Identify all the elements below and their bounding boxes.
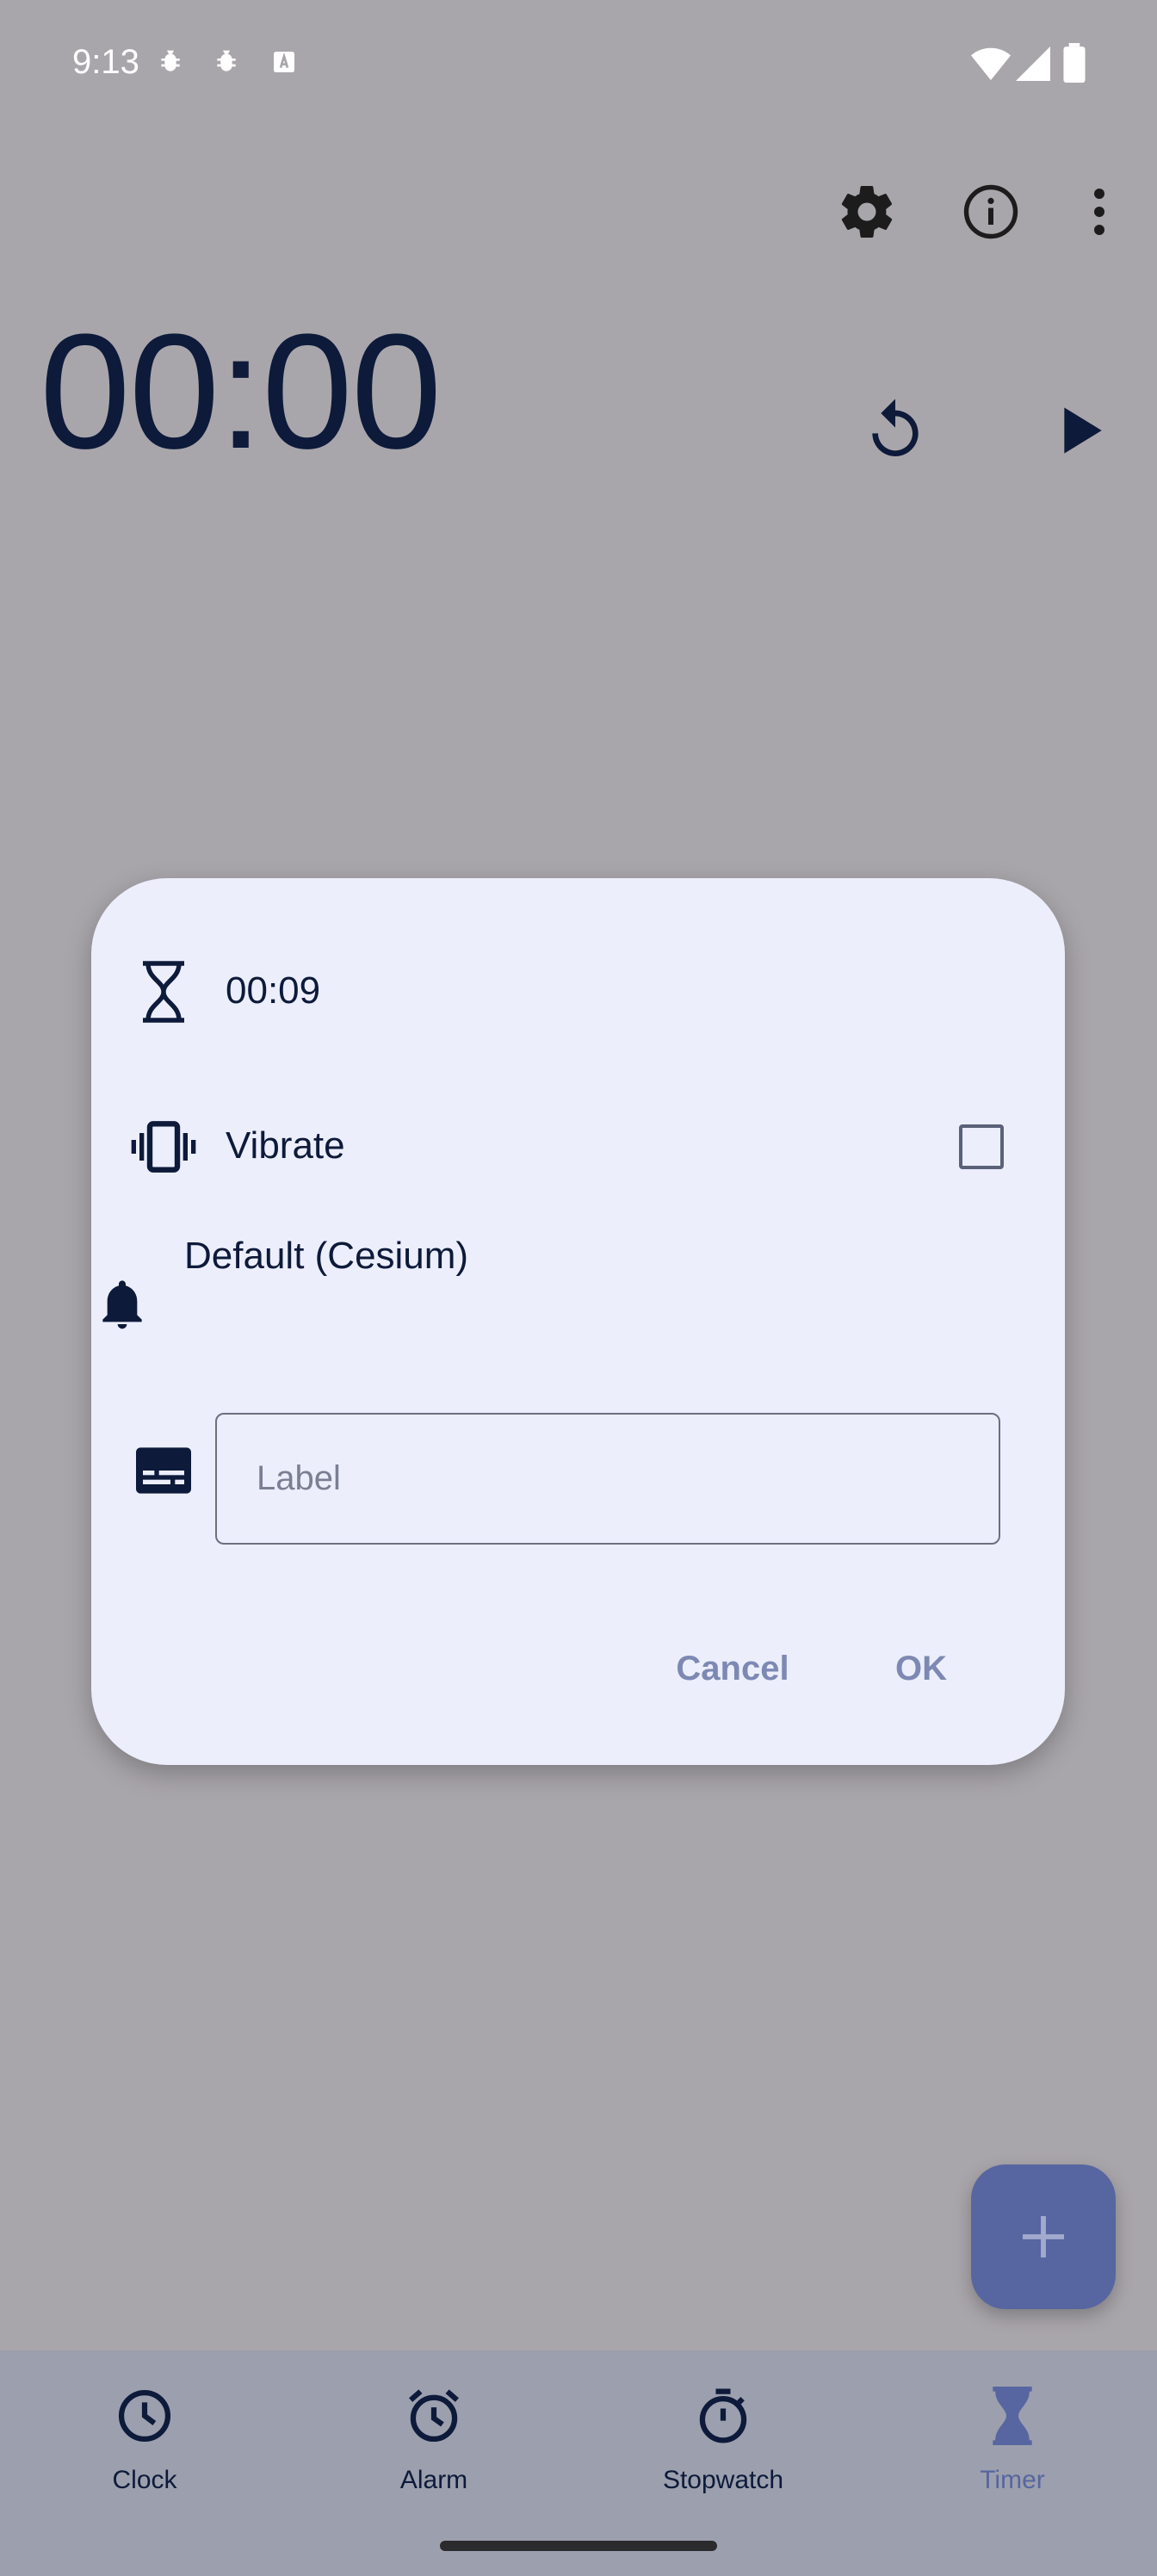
hourglass-icon bbox=[993, 2387, 1032, 2445]
nav-label-clock: Clock bbox=[112, 2466, 177, 2494]
ok-button[interactable]: OK bbox=[895, 1640, 947, 1697]
status-time: 9:13 bbox=[72, 43, 139, 81]
add-timer-button[interactable] bbox=[971, 2164, 1116, 2309]
ringtone-label[interactable]: Default (Cesium) bbox=[184, 1235, 468, 1278]
clock-icon bbox=[118, 2389, 171, 2443]
reset-icon[interactable] bbox=[861, 396, 930, 465]
vibrate-label: Vibrate bbox=[226, 1124, 345, 1167]
gear-icon[interactable] bbox=[836, 181, 898, 243]
nav-item-timer[interactable]: Timer bbox=[868, 2350, 1157, 2540]
bug-icon bbox=[217, 50, 236, 71]
more-vert-icon[interactable] bbox=[1068, 181, 1130, 243]
battery-icon bbox=[1063, 43, 1086, 83]
nav-label-timer: Timer bbox=[980, 2466, 1045, 2494]
keyboard-a-icon bbox=[274, 52, 294, 72]
gesture-bar[interactable] bbox=[440, 2541, 717, 2551]
hourglass-icon bbox=[143, 961, 184, 1023]
plus-icon bbox=[1023, 2216, 1064, 2257]
nav-item-clock[interactable]: Clock bbox=[0, 2350, 289, 2540]
info-icon[interactable] bbox=[960, 181, 1022, 243]
signal-icon bbox=[1016, 46, 1050, 81]
alarm-icon bbox=[409, 2389, 459, 2443]
vibrate-icon bbox=[131, 1121, 196, 1173]
timer-display[interactable]: 00:00 bbox=[40, 310, 442, 474]
label-icon bbox=[136, 1447, 191, 1494]
cancel-button[interactable]: Cancel bbox=[675, 1640, 790, 1697]
bell-icon bbox=[102, 1280, 142, 1329]
vibrate-checkbox[interactable] bbox=[959, 1124, 1004, 1169]
nav-label-alarm: Alarm bbox=[399, 2466, 468, 2494]
label-input[interactable] bbox=[215, 1413, 1000, 1545]
bug-icon bbox=[161, 50, 180, 71]
timer-duration[interactable]: 00:09 bbox=[226, 969, 320, 1012]
play-icon[interactable] bbox=[1044, 396, 1113, 465]
nav-item-stopwatch[interactable]: Stopwatch bbox=[578, 2350, 868, 2540]
wifi-icon bbox=[971, 47, 1011, 81]
nav-label-stopwatch: Stopwatch bbox=[662, 2466, 784, 2494]
nav-item-alarm[interactable]: Alarm bbox=[289, 2350, 578, 2540]
stopwatch-icon bbox=[699, 2388, 747, 2443]
